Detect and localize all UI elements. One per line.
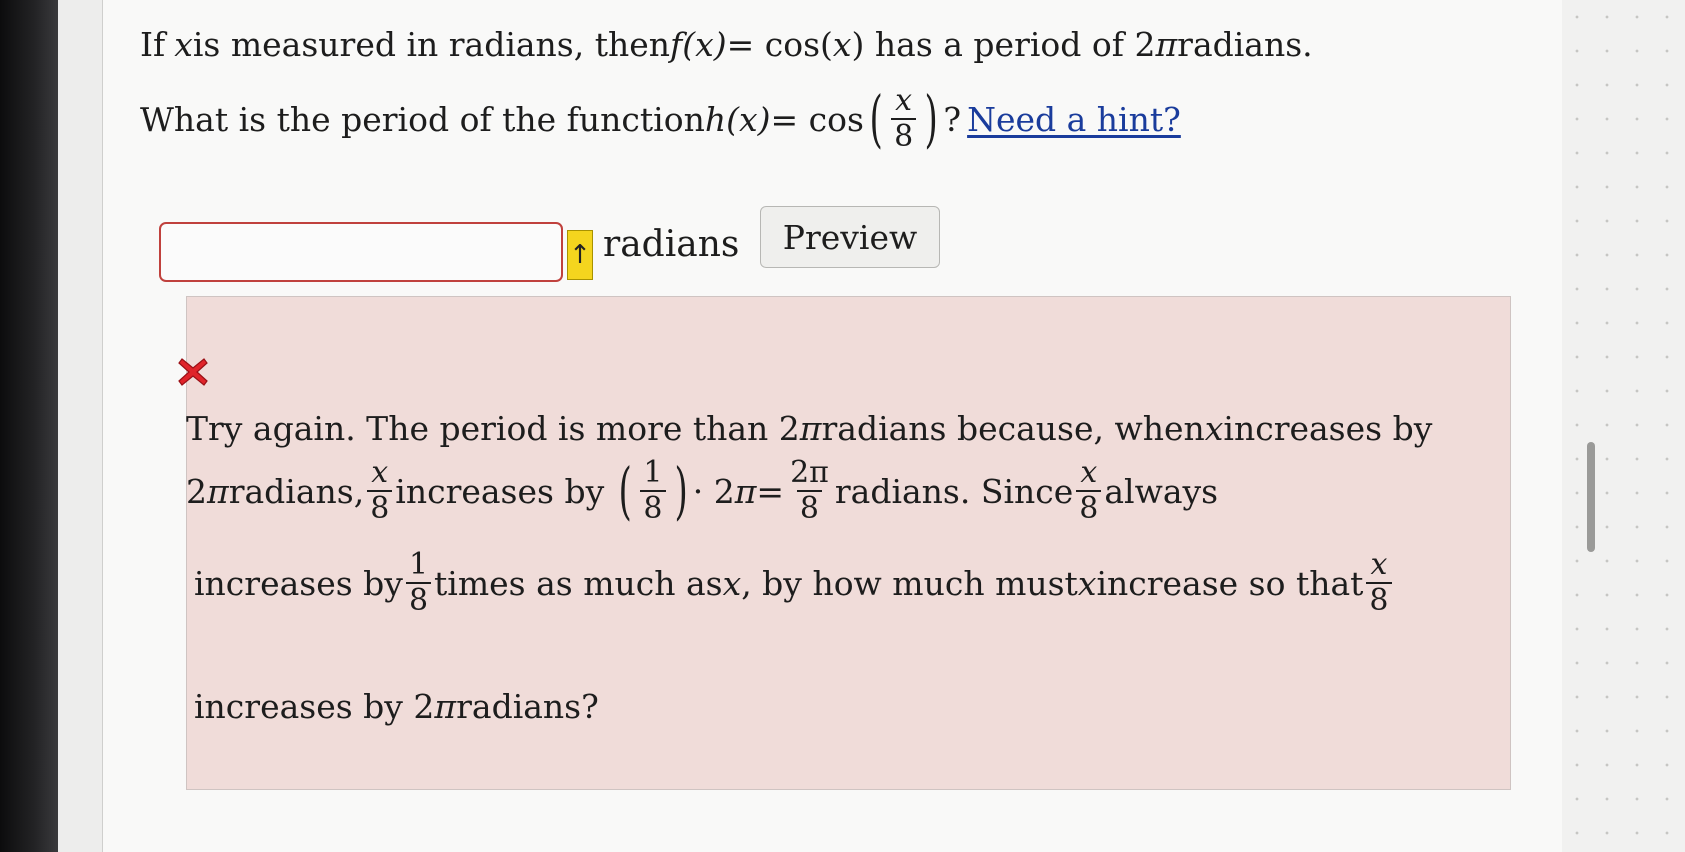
feedback-line-3: increases by 1 8 times as much as x , by… — [194, 550, 1395, 616]
text: always — [1104, 471, 1219, 511]
fraction-x-over-8: x 8 — [1076, 455, 1102, 524]
need-hint-link[interactable]: Need a hint? — [967, 103, 1181, 136]
feedback-line-2: 2 π radians, x 8 increases by ( 1 8 ) · … — [186, 458, 1218, 524]
paren: ( — [869, 82, 883, 155]
denominator: 8 — [1366, 582, 1392, 616]
right-gutter — [1562, 0, 1685, 852]
answer-input[interactable] — [159, 222, 563, 282]
numerator: 1 — [408, 547, 429, 582]
fraction-2pi-over-8: 2π 8 — [787, 458, 832, 524]
text: increases by 2 — [194, 687, 435, 726]
text: = — [756, 471, 785, 511]
monitor-bezel — [0, 0, 58, 852]
paren: ) — [673, 454, 688, 527]
numerator: x — [371, 455, 389, 490]
numerator: 2π — [790, 455, 829, 490]
text: increases by — [395, 471, 605, 511]
text: Try again. The period is more than 2 — [186, 409, 800, 448]
pi-symbol: π — [734, 471, 757, 511]
numerator: x — [1370, 547, 1388, 582]
pi-symbol: π — [799, 409, 822, 448]
function-h: h(x) — [704, 99, 771, 139]
paren: ( — [618, 454, 632, 527]
denominator: 8 — [891, 118, 917, 152]
text: What is the period of the function — [140, 99, 705, 139]
text: · 2 — [692, 471, 735, 511]
feedback-line-1: Try again. The period is more than 2 π r… — [186, 412, 1432, 445]
var-x: x — [722, 563, 742, 603]
var-x: x — [174, 25, 193, 64]
numerator: x — [895, 83, 913, 118]
fraction-x-over-8: x 8 — [1366, 547, 1392, 616]
preview-button[interactable]: Preview — [760, 206, 940, 268]
var-x: x — [1077, 563, 1097, 603]
text: times as much as — [434, 563, 723, 603]
pi-symbol: π — [207, 471, 229, 511]
units-label: radians — [603, 224, 740, 265]
fraction-1-over-8: 1 8 — [405, 547, 432, 616]
text: radians because, when — [821, 409, 1205, 448]
scrollbar[interactable] — [1587, 442, 1595, 552]
denominator: 8 — [367, 490, 393, 524]
text: is measured in radians, then — [192, 25, 671, 64]
fraction-x-over-8: x 8 — [367, 455, 393, 524]
feedback-line-4: increases by 2 π radians? — [194, 690, 599, 723]
text: increases by — [1223, 409, 1433, 448]
denominator: 8 — [405, 582, 432, 616]
text: = cos — [770, 99, 864, 139]
text: 2 — [186, 471, 207, 511]
pi-symbol: π — [434, 687, 457, 726]
text: = cos( — [726, 25, 833, 64]
denominator: 8 — [796, 490, 823, 524]
pi-symbol: π — [1155, 25, 1178, 64]
question-line-1: If x is measured in radians, then f(x) =… — [140, 28, 1313, 61]
denominator: 8 — [640, 490, 666, 524]
text: radians? — [456, 687, 599, 726]
text: radians, — [228, 471, 365, 511]
text: ) has a period of 2 — [851, 25, 1156, 64]
text: radians. Since — [834, 471, 1074, 511]
var-x: x — [1204, 409, 1224, 448]
numerator: 1 — [643, 455, 663, 490]
denominator: 8 — [1076, 490, 1102, 524]
numerator: x — [1080, 455, 1098, 490]
text: increase so that — [1096, 563, 1364, 603]
warning-arrow-icon[interactable]: ↑ — [567, 230, 593, 280]
text: If — [140, 25, 166, 64]
fraction-x-over-8: x 8 — [891, 83, 917, 152]
fraction-1-over-8: 1 8 — [640, 455, 666, 524]
text: radians. — [1177, 25, 1313, 64]
text: , by how much must — [741, 563, 1078, 603]
function-f: f(x) — [670, 25, 727, 64]
question-line-2: What is the period of the function h(x) … — [140, 86, 1181, 152]
var-x: x — [832, 25, 852, 64]
text: ? — [943, 99, 962, 139]
paren: ) — [924, 82, 938, 155]
text: increases by — [194, 563, 403, 603]
red-x-icon — [178, 358, 208, 386]
